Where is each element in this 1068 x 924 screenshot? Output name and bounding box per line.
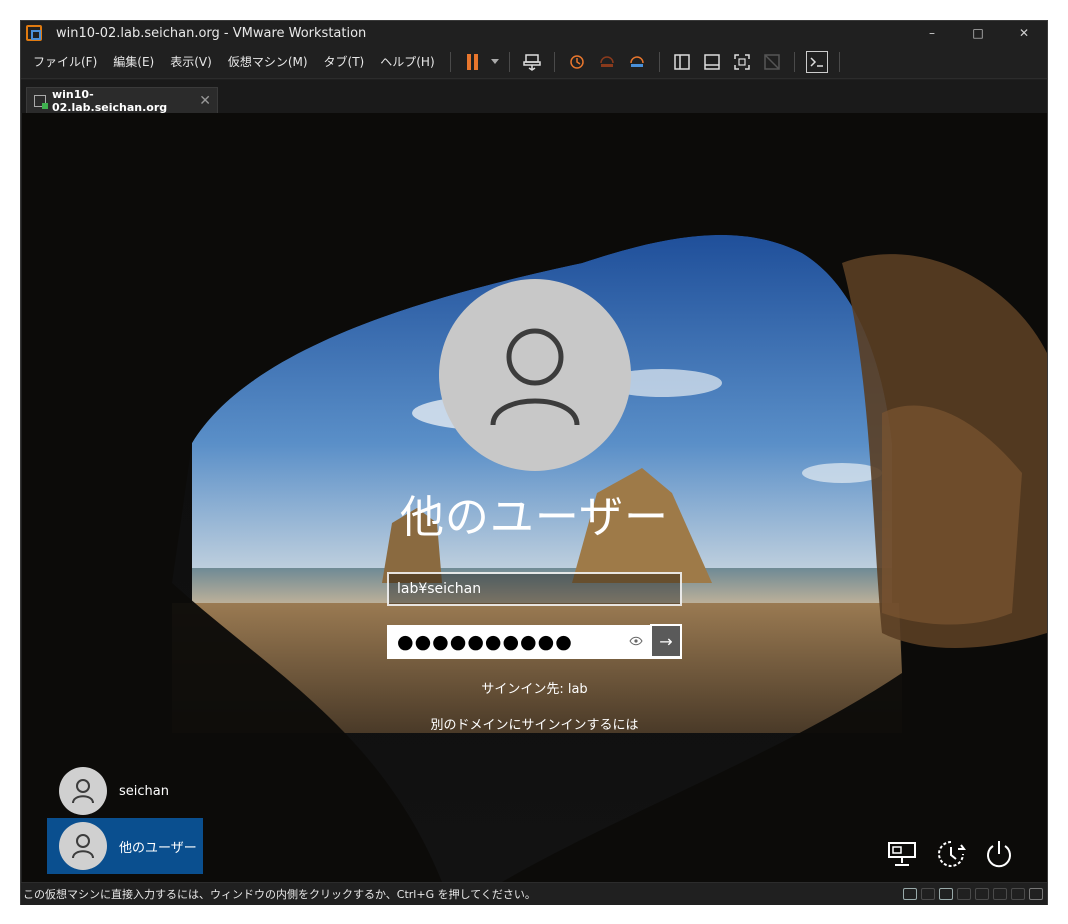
login-display-name: 他のユーザー bbox=[399, 492, 670, 543]
user-tile-seichan[interactable]: seichan bbox=[47, 763, 203, 819]
user-tile-name: seichan bbox=[119, 783, 169, 799]
menu-help[interactable]: ヘルプ(H) bbox=[372, 53, 442, 70]
toolbar-separator bbox=[838, 51, 840, 72]
toolbar-separator bbox=[793, 51, 795, 72]
menu-bar: ファイル(F) 編集(E) 表示(V) 仮想マシン(M) タブ(T) ヘルプ(H… bbox=[21, 45, 1047, 79]
revert-snapshot-icon[interactable] bbox=[596, 51, 618, 73]
signin-domain-text: サインイン先: lab bbox=[481, 682, 588, 697]
unity-icon[interactable] bbox=[761, 51, 783, 73]
title-bar: win10-02.lab.seichan.org - VMware Workst… bbox=[21, 21, 1047, 45]
power-icon[interactable] bbox=[983, 838, 1015, 870]
cd-drive-icon[interactable] bbox=[921, 888, 935, 900]
menu-edit[interactable]: 編集(E) bbox=[105, 53, 162, 70]
minimize-button[interactable]: – bbox=[909, 21, 955, 45]
user-tile-other-user[interactable]: 他のユーザー bbox=[47, 818, 203, 874]
username-field[interactable]: lab¥seichan bbox=[387, 572, 682, 606]
ease-of-access-icon[interactable] bbox=[935, 838, 967, 870]
menu-view[interactable]: 表示(V) bbox=[162, 53, 220, 70]
pause-icon[interactable] bbox=[462, 51, 484, 73]
library-view-icon[interactable] bbox=[671, 51, 693, 73]
chevron-down-icon[interactable] bbox=[490, 51, 500, 73]
menu-vm[interactable]: 仮想マシン(M) bbox=[220, 53, 316, 70]
thumbnail-view-icon[interactable] bbox=[701, 51, 723, 73]
printer-icon[interactable] bbox=[975, 888, 989, 900]
vm-running-icon bbox=[34, 94, 48, 109]
menu-file[interactable]: ファイル(F) bbox=[21, 53, 105, 70]
password-value: ●●●●●●●●●● bbox=[397, 631, 573, 653]
toolbar-separator bbox=[553, 51, 555, 72]
console-view-icon[interactable] bbox=[805, 50, 828, 73]
user-tile-name: 他のユーザー bbox=[119, 840, 197, 856]
window-title: win10-02.lab.seichan.org - VMware Workst… bbox=[56, 25, 367, 41]
tab-label: win10-02.lab.seichan.org bbox=[52, 87, 168, 114]
user-avatar bbox=[439, 279, 631, 471]
status-bar: この仮想マシンに直接入力するには、ウィンドウの内側をクリックするか、Ctrl+G… bbox=[21, 882, 1047, 905]
hard-disk-icon[interactable] bbox=[903, 888, 917, 900]
vmware-icon bbox=[26, 25, 42, 41]
sound-icon[interactable] bbox=[993, 888, 1007, 900]
fullscreen-icon[interactable] bbox=[731, 51, 753, 73]
snapshot-manager-icon[interactable] bbox=[626, 51, 648, 73]
menu-tabs[interactable]: タブ(T) bbox=[316, 53, 373, 70]
other-domain-link[interactable]: 別のドメインにサインインするには bbox=[22, 714, 1047, 733]
tab-bar: win10-02.lab.seichan.org ✕ bbox=[21, 80, 1047, 114]
toolbar-separator bbox=[449, 51, 451, 72]
user-tile-avatar-icon bbox=[59, 767, 107, 815]
toolbar-separator bbox=[658, 51, 660, 72]
vm-console[interactable]: 他のユーザー lab¥seichan ●●●●●●●●●● → サインイン先: … bbox=[22, 113, 1047, 882]
usb-icon[interactable] bbox=[957, 888, 971, 900]
submit-button[interactable]: → bbox=[650, 624, 682, 658]
network-icon[interactable] bbox=[886, 838, 918, 870]
password-field[interactable]: ●●●●●●●●●● → bbox=[387, 624, 682, 659]
tab-vm[interactable]: win10-02.lab.seichan.org ✕ bbox=[26, 87, 218, 114]
user-tile-avatar-icon bbox=[59, 822, 107, 870]
reveal-password-icon[interactable] bbox=[626, 635, 646, 649]
user-icon bbox=[490, 328, 580, 426]
snapshot-icon[interactable] bbox=[566, 51, 588, 73]
status-hint: この仮想マシンに直接入力するには、ウィンドウの内側をクリックするか、Ctrl+G… bbox=[23, 888, 536, 901]
toolbar-separator bbox=[508, 51, 510, 72]
close-button[interactable]: ✕ bbox=[1001, 21, 1047, 45]
message-icon[interactable] bbox=[1029, 888, 1043, 900]
vmware-window: win10-02.lab.seichan.org - VMware Workst… bbox=[20, 20, 1048, 905]
maximize-button[interactable]: □ bbox=[955, 21, 1001, 45]
send-ctrl-alt-del-icon[interactable] bbox=[521, 51, 543, 73]
display-icon[interactable] bbox=[1011, 888, 1025, 900]
device-status-icons bbox=[903, 888, 1043, 900]
network-adapter-icon[interactable] bbox=[939, 888, 953, 900]
tab-close-icon[interactable]: ✕ bbox=[199, 93, 211, 109]
